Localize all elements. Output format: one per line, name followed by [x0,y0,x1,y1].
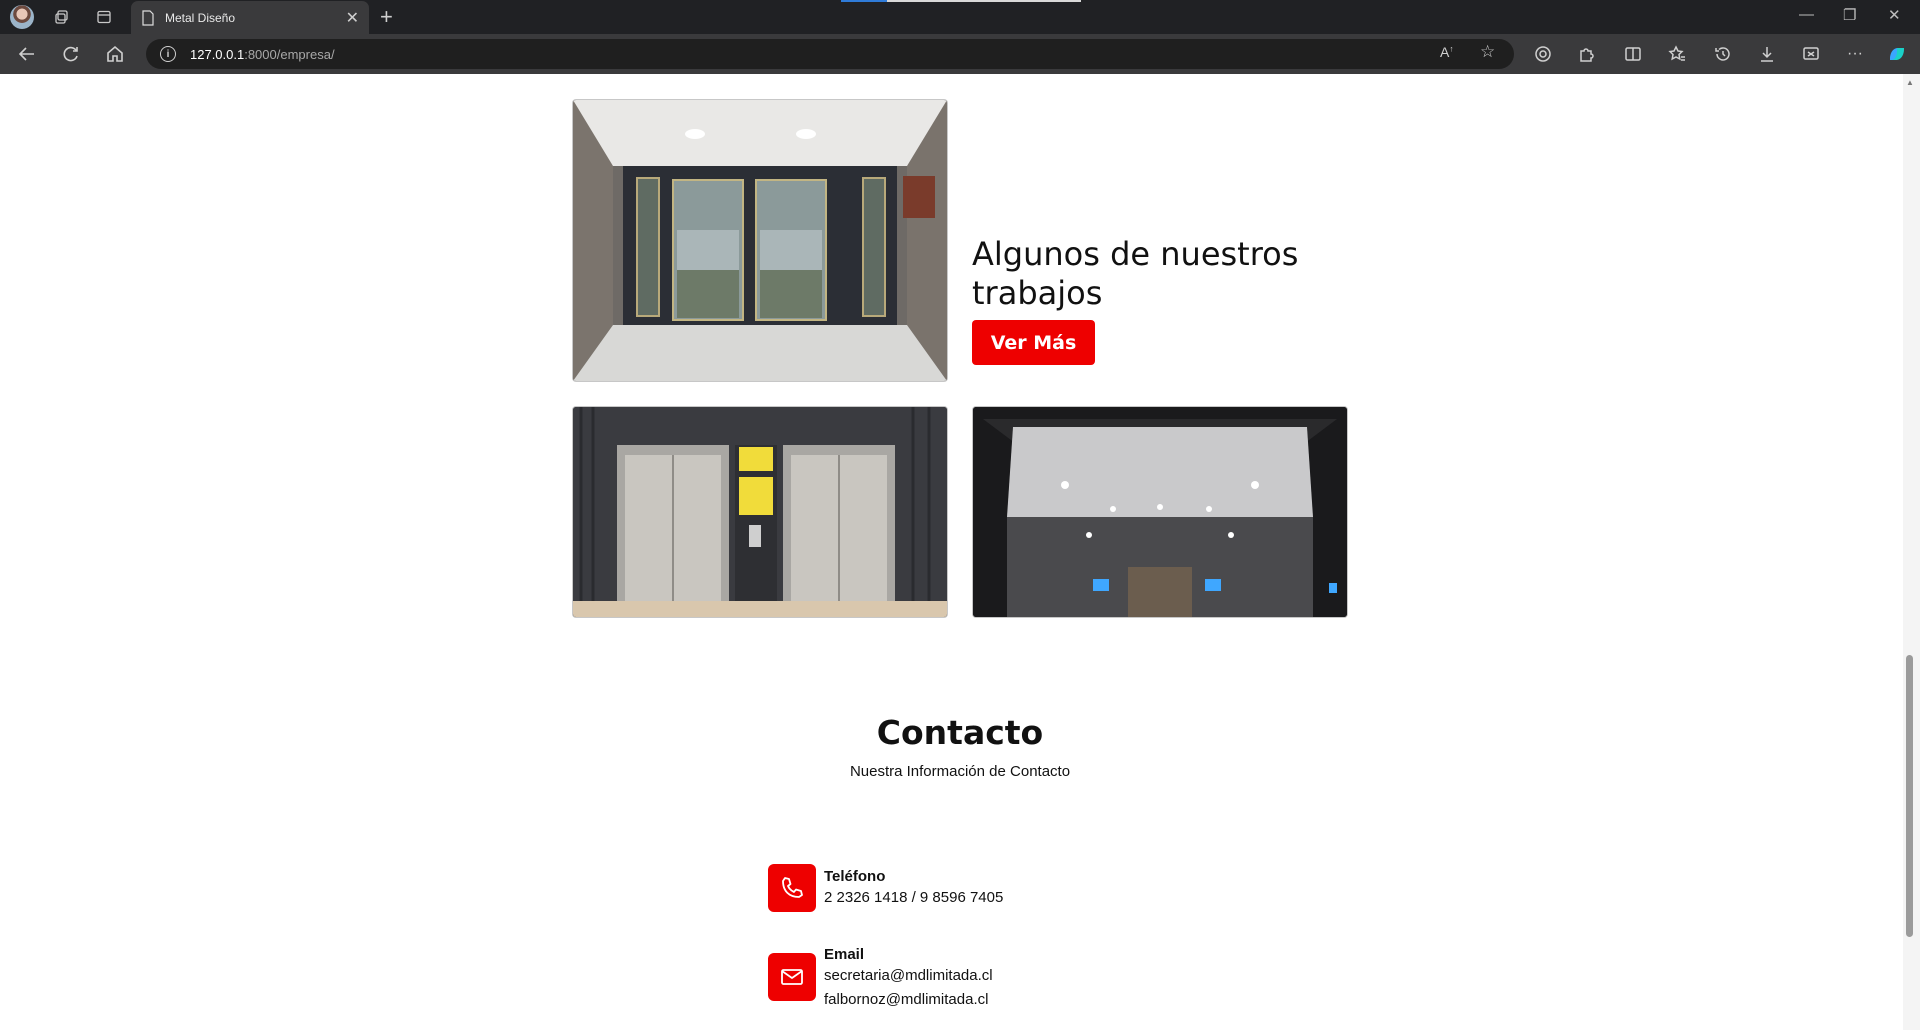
new-tab-icon[interactable]: + [380,4,393,30]
email-value-1[interactable]: secretaria@mdlimitada.cl [824,967,993,984]
tab-close-icon[interactable]: ✕ [346,8,359,28]
vertical-tabs-icon[interactable] [92,6,116,28]
minimize-icon[interactable]: — [1799,6,1814,23]
tracking-icon[interactable] [1532,43,1554,65]
url-path: :8000/empresa/ [244,46,335,62]
contact-title: Contacto [876,713,1044,752]
document-icon [142,9,154,26]
read-aloud-icon[interactable]: A↑ [1440,44,1453,60]
loading-indicator [841,0,887,2]
favorite-star-icon[interactable]: ☆ [1480,42,1495,62]
tab-title: Metal Diseño [165,10,236,25]
page-viewport [4,74,1902,1030]
workspaces-icon[interactable] [50,6,74,28]
browser-toolbar: i 127.0.0.1:8000/empresa/ A↑ ☆ ··· [0,34,1920,74]
phone-label: Teléfono [824,868,886,885]
loading-track [887,0,1081,2]
downloads-icon[interactable] [1756,43,1778,65]
close-window-icon[interactable]: ✕ [1888,6,1901,24]
history-icon[interactable] [1712,43,1734,65]
address-bar[interactable]: i 127.0.0.1:8000/empresa/ A↑ ☆ [146,39,1514,69]
work-photo-elevators [573,407,947,617]
screenshot-icon[interactable] [1800,43,1822,65]
site-info-icon[interactable]: i [160,46,176,62]
phone-value: 2 2326 1418 / 9 8596 7405 [824,889,1004,906]
profile-avatar[interactable] [10,5,34,29]
work-photo-lobby-ceiling [973,407,1347,617]
home-icon[interactable] [104,43,126,65]
refresh-icon[interactable] [60,43,82,65]
more-menu-icon[interactable]: ··· [1844,43,1866,65]
browser-title-bar: Metal Diseño ✕ + — ❐ ✕ [0,0,1920,34]
works-heading: Algunos de nuestros trabajos [972,235,1299,312]
favorites-icon[interactable] [1666,43,1688,65]
copilot-icon[interactable] [1886,43,1908,65]
email-label: Email [824,946,865,963]
extensions-icon[interactable] [1576,43,1598,65]
tab-active[interactable]: Metal Diseño ✕ [131,1,369,34]
url-host: 127.0.0.1 [190,46,245,62]
split-screen-icon[interactable] [1622,43,1644,65]
scrollbar-thumb[interactable] [1906,655,1913,937]
see-more-button[interactable]: Ver Más [972,320,1095,365]
contact-subtitle: Nuestra Información de Contacto [849,763,1071,780]
email-value-2[interactable]: falbornoz@mdlimitada.cl [824,991,988,1008]
back-icon[interactable] [16,43,38,65]
work-photo-entrance-doors [573,100,947,381]
restore-icon[interactable]: ❐ [1843,6,1856,24]
mail-icon [768,953,816,1001]
phone-icon [768,864,816,912]
scroll-up-arrow-icon[interactable]: ▲ [1906,78,1914,87]
